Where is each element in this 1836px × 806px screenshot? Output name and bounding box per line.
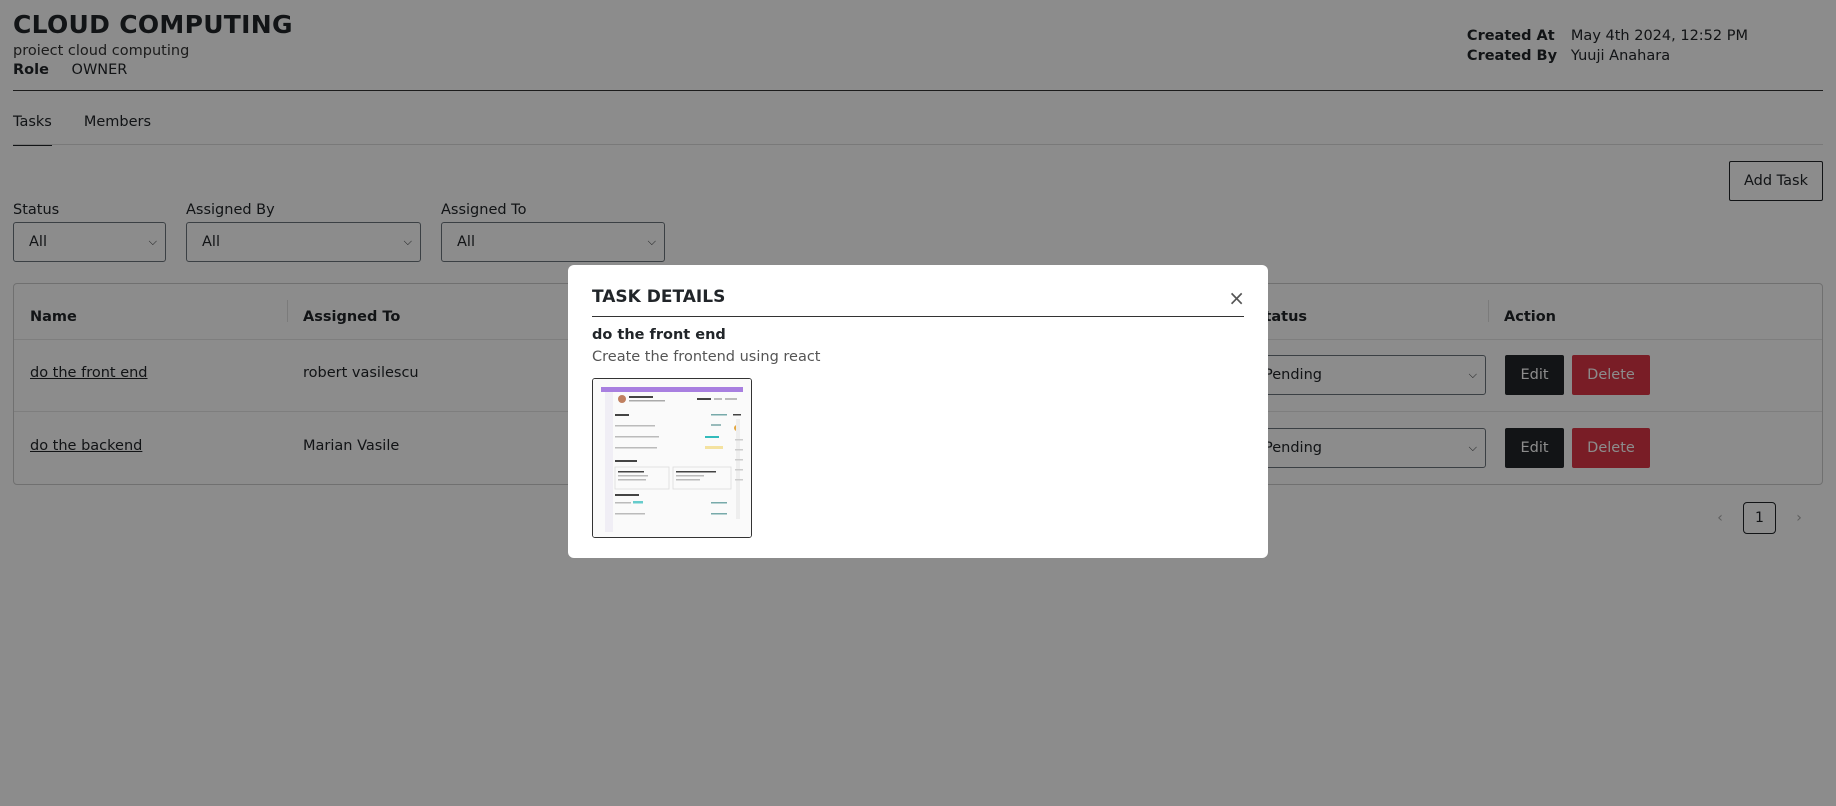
attachment-preview-image xyxy=(593,379,751,537)
modal-task-name: do the front end xyxy=(592,327,726,343)
close-icon[interactable]: × xyxy=(1228,288,1245,308)
modal-task-description: Create the frontend using react xyxy=(592,349,821,365)
modal-divider xyxy=(592,316,1244,317)
task-attachment-thumbnail[interactable] xyxy=(592,378,752,538)
modal-title: TASK DETAILS xyxy=(592,287,726,307)
task-details-modal: TASK DETAILS × do the front end Create t… xyxy=(568,265,1268,558)
